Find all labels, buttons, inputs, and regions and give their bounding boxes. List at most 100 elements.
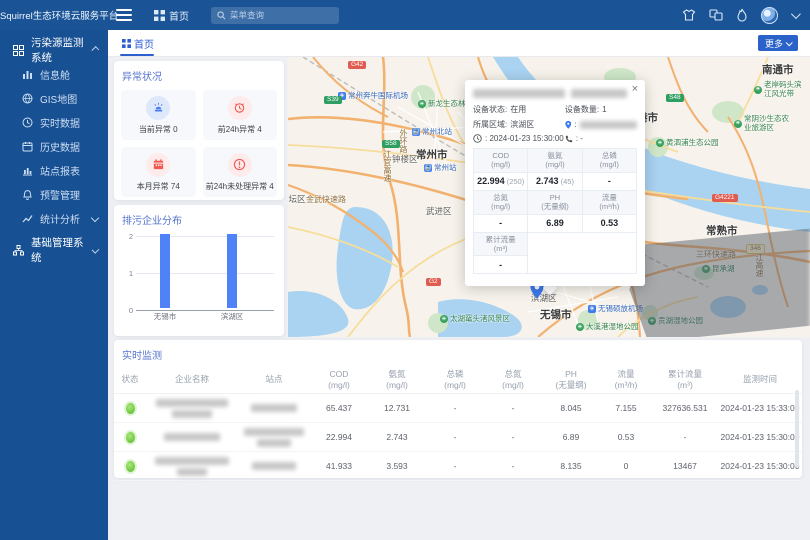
base-system-tree-icon xyxy=(13,245,24,256)
sidebar-item-station-report[interactable]: 站点报表 xyxy=(0,158,108,182)
y-tick: 1 xyxy=(122,269,133,278)
device-count-row: 设备数量:1 xyxy=(565,104,637,115)
warning-circle-icon xyxy=(233,158,246,171)
more-chevron-icon xyxy=(786,39,793,46)
bar-wuxi[interactable] xyxy=(160,234,170,308)
gis-map-icon xyxy=(22,93,33,104)
sidebar-section-base-system[interactable]: 基础管理系统 xyxy=(0,238,108,262)
sidebar-item-info-hub[interactable]: 信息舱 xyxy=(0,62,108,86)
x-category: 滨湖区 xyxy=(221,311,244,322)
bar-chart: 2 1 0 无锡市 滨湖区 xyxy=(122,234,276,334)
train-station-icon: 🚆 xyxy=(424,164,432,172)
close-icon[interactable]: × xyxy=(632,84,638,95)
menu-search[interactable] xyxy=(211,7,339,24)
popup-th: 氨氮(mg/l) xyxy=(528,149,582,173)
bar-binhu[interactable] xyxy=(227,234,237,308)
alert-bell-icon xyxy=(22,189,33,200)
redacted-site-name xyxy=(244,428,304,436)
road-badge: G2 xyxy=(426,278,441,286)
popup-measurements-table: COD(mg/l) 氨氮(mg/l) 总磷(mg/l) 22.994 (250)… xyxy=(473,148,637,274)
popup-th: 累计流量(m³) xyxy=(474,232,528,256)
map-label: ✈无锡硕放机场 xyxy=(588,303,643,314)
user-menu-chevron-icon[interactable] xyxy=(791,9,801,19)
map-label: 🚆常州站 xyxy=(424,162,457,173)
breadcrumb[interactable]: 首页 xyxy=(154,8,189,23)
train-station-icon: 🚆 xyxy=(412,128,420,136)
abnormal-panel-title: 异常状况 xyxy=(114,61,284,88)
stat-label: 前24h未处理异常 4 xyxy=(206,181,274,192)
stat-card-24h-unhandled[interactable]: 前24h未处理异常 4 xyxy=(203,147,278,197)
stat-label: 当前异常 0 xyxy=(139,124,178,135)
dashboard-icon xyxy=(22,69,33,80)
map-label: 金坛区 xyxy=(288,193,306,205)
sidebar-item-label: GIS地图 xyxy=(40,91,77,106)
sidebar-item-realtime-data[interactable]: 实时数据 xyxy=(0,110,108,134)
station-popup: × 设备状态:在用 设备数量:1 所属区域:滨湖区 : : 2024-01-23 xyxy=(465,80,645,286)
address-row: : xyxy=(565,119,637,130)
siren-icon xyxy=(152,101,165,114)
sidebar-item-label: 信息舱 xyxy=(40,67,70,82)
map-label: ❧大溪港湿地公园 xyxy=(576,321,639,332)
table-row[interactable]: 65.437 12.731 - - 8.045 7.155 327636.531… xyxy=(114,394,802,423)
stat-card-month-abnormal[interactable]: 本月异常 74 xyxy=(121,147,196,197)
sidebar-section-pollution-system[interactable]: 污染源监测系统 xyxy=(0,38,108,62)
map-label: 金武快速路 xyxy=(306,194,346,205)
redacted-company-name xyxy=(177,468,207,476)
road-badge: G42 xyxy=(348,61,366,69)
theme-skin-icon[interactable] xyxy=(682,8,696,22)
sidebar-item-alert-management[interactable]: 预警管理 xyxy=(0,182,108,206)
realtime-monitor-panel: 实时监测 状态 企业名称 站点 COD(mg/l) 氨氮(mg/l) 总磷(mg… xyxy=(114,340,802,478)
menu-collapse-icon[interactable] xyxy=(116,9,132,21)
layout-screens-icon[interactable] xyxy=(709,8,723,22)
flame-icon[interactable] xyxy=(736,8,748,22)
abnormal-status-panel: 异常状况 当前异常 0 前24h异常 4 本月异常 74 前24h未处理异常 4 xyxy=(114,61,284,200)
tab-home[interactable]: 首页 xyxy=(122,36,154,51)
map-label: 南通市 xyxy=(762,62,794,77)
park-icon: ❧ xyxy=(754,86,762,94)
road-badge: G4221 xyxy=(712,194,738,202)
redacted-station-name xyxy=(571,89,627,98)
more-button[interactable]: 更多 xyxy=(758,35,798,51)
table-row[interactable]: 41.933 3.593 - - 8.135 0 13467 2024-01-2… xyxy=(114,452,802,481)
sidebar-section-label: 污染源监测系统 xyxy=(31,35,86,65)
popup-th: PH(无量纲) xyxy=(528,190,582,214)
alarm-clock-icon xyxy=(233,101,246,114)
park-icon: ❧ xyxy=(656,139,664,147)
table-scrollbar[interactable] xyxy=(795,390,799,468)
tab-bar: 首页 更多 xyxy=(108,30,810,57)
popup-value: 2.743 (45) xyxy=(528,172,582,190)
sidebar-item-history-data[interactable]: 历史数据 xyxy=(0,134,108,158)
redacted-station-name xyxy=(473,89,565,98)
expand-caret-icon xyxy=(91,246,99,254)
stat-card-current-abnormal[interactable]: 当前异常 0 xyxy=(121,90,196,140)
map-label: 常熟市 xyxy=(706,223,738,238)
popup-value: 22.994 (250) xyxy=(474,172,528,190)
expand-caret-icon xyxy=(91,214,99,222)
map-label: 钟楼区 xyxy=(392,153,418,165)
phone-icon xyxy=(565,135,573,143)
search-input[interactable] xyxy=(230,10,330,20)
popup-th: COD(mg/l) xyxy=(474,149,528,173)
station-report-icon xyxy=(22,165,33,176)
calendar-icon xyxy=(152,158,165,171)
status-ok-icon xyxy=(126,432,135,443)
tab-home-icon xyxy=(122,39,131,48)
collapse-caret-icon xyxy=(92,46,100,54)
map-label: ❧常阴沙生态农业旅游区 xyxy=(734,115,790,132)
park-icon: ❧ xyxy=(418,100,426,108)
user-avatar[interactable] xyxy=(761,7,778,24)
location-pin-icon xyxy=(565,120,572,130)
top-bar: Squirrel生态环境云服务平台 首页 xyxy=(0,0,810,30)
sidebar-item-label: 实时数据 xyxy=(40,115,80,130)
stats-line-icon xyxy=(22,213,33,224)
clock-icon xyxy=(473,134,482,143)
region-row: 所属区域:滨湖区 xyxy=(473,119,565,130)
stat-card-24h-abnormal[interactable]: 前24h异常 4 xyxy=(203,90,278,140)
table-header-row: 状态 企业名称 站点 COD(mg/l) 氨氮(mg/l) 总磷(mg/l) 总… xyxy=(114,367,802,394)
monitor-table-title: 实时监测 xyxy=(114,340,802,367)
park-icon: ❧ xyxy=(576,323,584,331)
sidebar-item-gis-map[interactable]: GIS地图 xyxy=(0,86,108,110)
table-row[interactable]: 22.994 2.743 - - 6.89 0.53 - 2024-01-23 … xyxy=(114,423,802,452)
redacted-company-name xyxy=(164,433,220,441)
sidebar-item-statistics[interactable]: 统计分析 xyxy=(0,206,108,230)
